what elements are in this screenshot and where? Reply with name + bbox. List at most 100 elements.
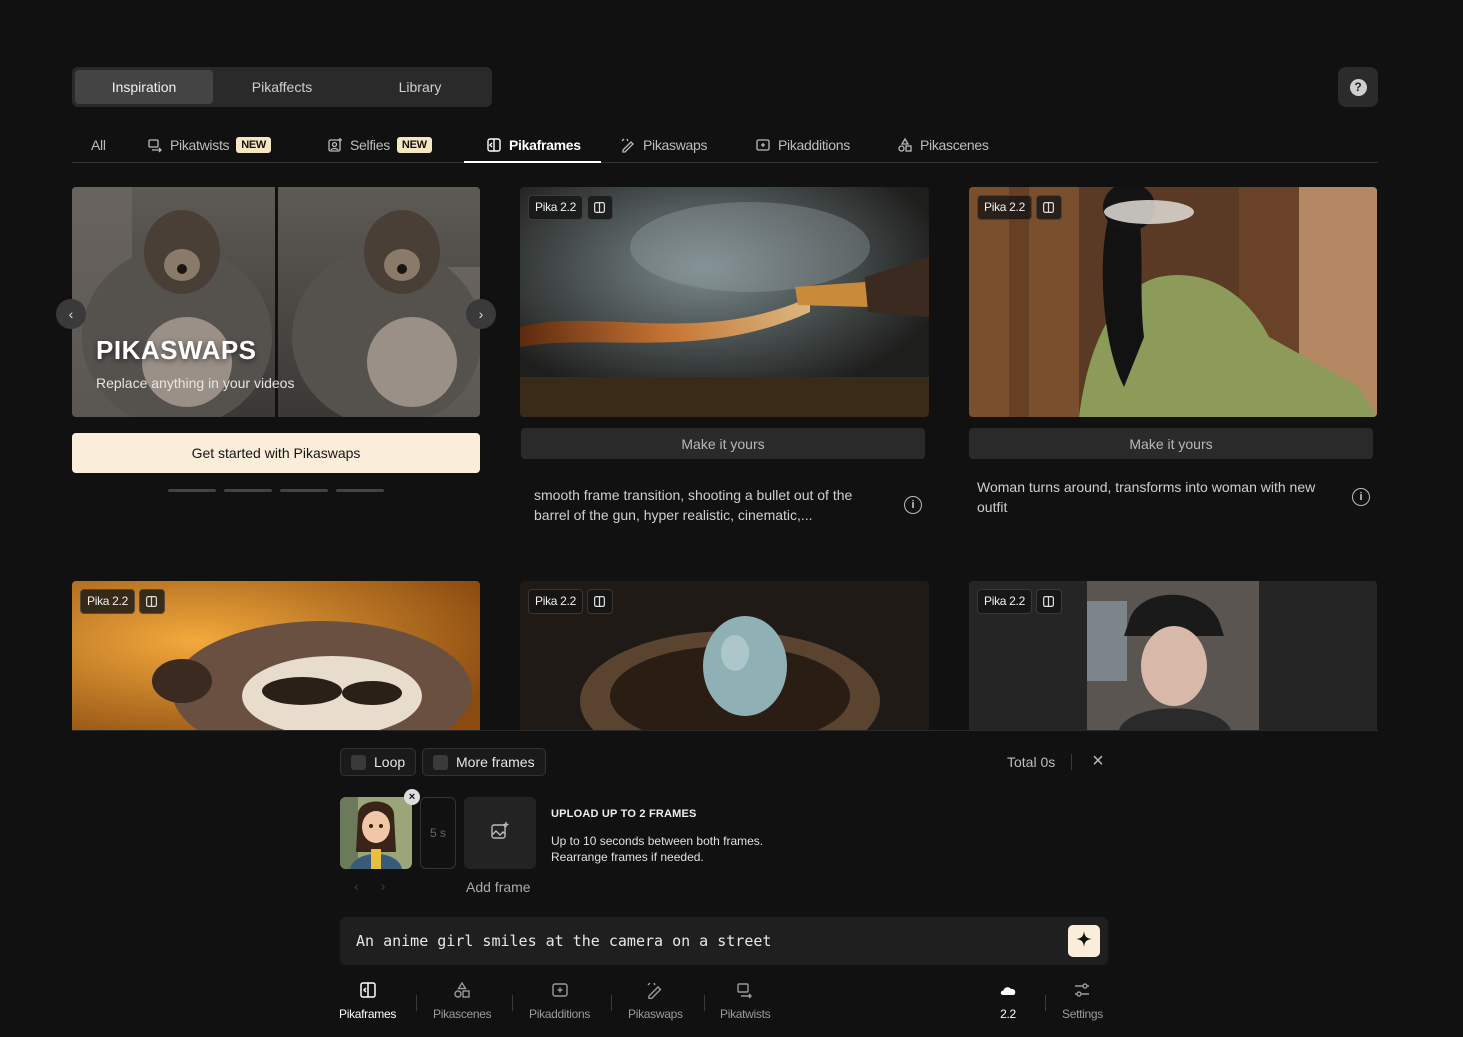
scenes-icon [453,981,471,1002]
twist-icon [147,137,163,153]
model-version-selector[interactable]: 2.2 [999,981,1017,1021]
info-icon[interactable]: i [904,496,922,514]
carousel-indicators [168,489,384,492]
filter-selfies-label: Selfies [350,137,390,153]
add-image-icon [490,821,510,846]
scenes-icon [897,137,913,153]
card-badges: Pika 2.2 [528,195,613,220]
model-badge: Pika 2.2 [528,195,583,220]
carousel-prev-button[interactable]: ‹ [56,299,86,329]
generate-button[interactable] [1068,925,1100,957]
inspiration-card-raccoon[interactable]: Pika 2.2 [72,581,480,730]
carousel-dot[interactable] [224,489,272,492]
card-prompt-text: Woman turns around, transforms into woma… [977,479,1316,515]
loop-label: Loop [374,754,406,770]
prompt-input[interactable] [356,917,1056,965]
hero-carousel-slide[interactable]: PIKASWAPS Replace anything in your video… [72,187,480,417]
info-icon[interactable]: i [1352,488,1370,506]
get-started-button[interactable]: Get started with Pikaswaps [72,433,480,473]
tab-inspiration[interactable]: Inspiration [75,70,213,104]
card-badges: Pika 2.2 [977,195,1062,220]
inspiration-card-egg[interactable]: Pika 2.2 [520,581,929,730]
card-badges: Pika 2.2 [80,589,165,614]
tool-label: 2.2 [1000,1007,1016,1021]
tool-pikascenes[interactable]: Pikascenes [433,981,492,1021]
frames-icon [1035,195,1062,220]
category-filter-bar: All Pikatwists NEW Selfies NEW Pikaframe… [72,128,1378,163]
tool-pikaswaps[interactable]: Pikaswaps [628,981,683,1021]
tool-label: Pikadditions [529,1007,591,1021]
upload-description: Up to 10 seconds between both frames. Re… [551,833,763,865]
tool-pikatwists[interactable]: Pikatwists [720,981,771,1021]
divider [611,995,612,1011]
frames-icon [359,981,377,1002]
close-icon: × [408,791,416,803]
carousel-next-button[interactable]: › [466,299,496,329]
anime-girl-image [340,797,412,869]
remove-frame-button[interactable]: × [404,789,420,805]
chevron-left-icon[interactable]: ‹ [354,878,359,894]
filter-all[interactable]: All [91,128,106,162]
frame-thumbnail-1[interactable] [340,797,412,869]
frame-duration[interactable]: 5 s [420,797,456,869]
make-it-yours-button[interactable]: Make it yours [969,428,1373,459]
tab-library[interactable]: Library [351,70,489,104]
carousel-dot[interactable] [280,489,328,492]
filter-pikascenes[interactable]: Pikascenes [897,128,989,162]
close-panel-button[interactable]: × [1089,750,1107,772]
additions-icon [755,137,771,153]
frames-icon [586,589,613,614]
carousel-dot[interactable] [168,489,216,492]
inspiration-card-woman[interactable]: Pika 2.2 [969,187,1377,417]
card-badges: Pika 2.2 [977,589,1062,614]
divider [512,995,513,1011]
tab-pikaffects[interactable]: Pikaffects [213,70,351,104]
tool-pikaframes[interactable]: Pikaframes [339,981,396,1021]
model-badge: Pika 2.2 [80,589,135,614]
model-badge: Pika 2.2 [528,589,583,614]
model-badge: Pika 2.2 [977,195,1032,220]
upload-desc-line-1: Up to 10 seconds between both frames. [551,834,764,848]
divider [416,995,417,1011]
frame-reorder-controls: ‹ › [354,878,385,894]
twist-icon [736,981,754,1002]
close-icon: × [1092,750,1104,772]
settings-sliders-icon [1073,981,1091,1002]
frames-icon [1035,589,1062,614]
loop-checkbox[interactable]: Loop [340,748,417,776]
card-thumbnail [520,187,929,417]
inspiration-card-selfie[interactable]: Pika 2.2 [969,581,1377,730]
filter-pikaframes[interactable]: Pikaframes [464,128,601,163]
prompt-box [340,917,1108,965]
help-button[interactable]: ? [1338,67,1378,107]
sparkle-icon [1075,930,1093,953]
add-frame-button[interactable] [464,797,536,869]
filter-pikadditions-label: Pikadditions [778,137,850,153]
selfie-icon [327,137,343,153]
chevron-left-icon: ‹ [68,306,74,322]
divider [704,995,705,1011]
model-badge: Pika 2.2 [977,589,1032,614]
checkbox-box [351,754,366,770]
filter-pikadditions[interactable]: Pikadditions [755,128,850,162]
inspiration-card-bullet[interactable]: Pika 2.2 [520,187,929,417]
filter-pikascenes-label: Pikascenes [920,137,989,153]
chevron-right-icon[interactable]: › [381,878,386,894]
more-frames-checkbox[interactable]: More frames [422,748,546,776]
more-frames-label: More frames [456,754,535,770]
tool-label: Pikaframes [339,1007,397,1021]
filter-pikatwists[interactable]: Pikatwists NEW [147,128,272,162]
carousel-dot[interactable] [336,489,384,492]
filter-selfies[interactable]: Selfies NEW [327,128,432,162]
tool-pikadditions[interactable]: Pikadditions [529,981,590,1021]
chevron-right-icon: › [478,306,484,322]
top-tab-bar: Inspiration Pikaffects Library [72,67,492,107]
swap-icon [646,981,664,1002]
make-it-yours-button[interactable]: Make it yours [521,428,925,459]
filter-pikaswaps[interactable]: Pikaswaps [620,128,708,162]
tool-label: Pikatwists [720,1007,771,1021]
divider [1071,754,1072,770]
tool-label: Pikascenes [433,1007,492,1021]
tool-settings[interactable]: Settings [1062,981,1103,1021]
filter-pikatwists-label: Pikatwists [170,137,230,153]
